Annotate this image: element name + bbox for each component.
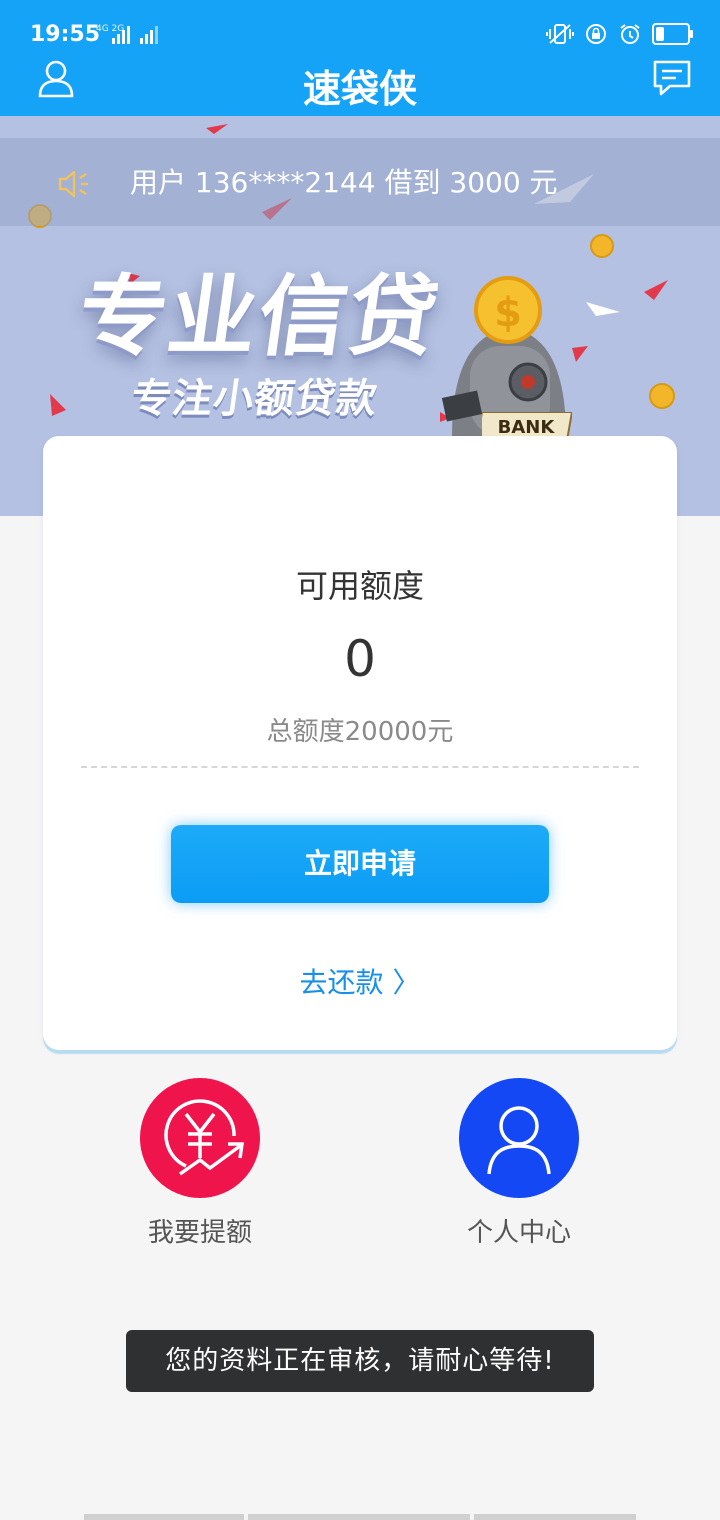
personal-center-circle bbox=[459, 1078, 579, 1198]
speaker-icon bbox=[58, 170, 88, 198]
yen-up-icon bbox=[164, 1099, 245, 1176]
notice-bar: 用户 136****2144 借到 3000 元 bbox=[0, 138, 720, 226]
personal-center-button[interactable]: 个人中心 bbox=[419, 1078, 619, 1249]
divider bbox=[81, 766, 639, 768]
app-header: 速袋侠 bbox=[0, 50, 720, 116]
app-title: 速袋侠 bbox=[302, 67, 417, 111]
increase-limit-label: 我要提额 bbox=[147, 1218, 252, 1248]
bottom-edge bbox=[248, 1514, 470, 1520]
bottom-edge bbox=[474, 1514, 636, 1520]
signal-icon bbox=[112, 26, 158, 44]
banner-subtitle: 专注小额贷款 bbox=[128, 376, 381, 422]
alarm-icon bbox=[620, 24, 640, 44]
bottom-edge bbox=[84, 1514, 244, 1520]
notice-text: 用户 136****2144 借到 3000 元 bbox=[130, 166, 558, 199]
status-bar: 19:55 4G 2G bbox=[0, 0, 720, 50]
review-toast: 您的资料正在审核，请耐心等待! bbox=[126, 1330, 594, 1392]
available-limit-label: 可用额度 bbox=[295, 567, 424, 605]
increase-limit-button[interactable]: 我要提额 bbox=[100, 1078, 300, 1249]
person-icon bbox=[487, 1106, 551, 1175]
repay-link[interactable]: 去还款 〉 bbox=[43, 961, 677, 1001]
lock-rotation-icon bbox=[586, 24, 606, 44]
credit-card: 可用额度 0 总额度20000元 立即申请 去还款 〉 bbox=[43, 436, 677, 1050]
status-time: 19:55 bbox=[30, 22, 101, 47]
banner-title: 专业信贷 bbox=[71, 265, 447, 368]
svg-text:$: $ bbox=[494, 290, 522, 336]
status-icons bbox=[546, 22, 693, 46]
bank-label: BANK bbox=[498, 417, 556, 438]
apply-now-button[interactable]: 立即申请 bbox=[171, 825, 549, 903]
battery-icon bbox=[652, 23, 693, 45]
total-limit: 总额度20000元 bbox=[266, 717, 454, 747]
personal-center-label: 个人中心 bbox=[466, 1218, 571, 1248]
increase-limit-circle bbox=[140, 1078, 260, 1198]
available-limit-amount: 0 bbox=[344, 630, 376, 688]
message-icon[interactable] bbox=[650, 56, 694, 100]
vibrate-icon bbox=[546, 24, 574, 44]
